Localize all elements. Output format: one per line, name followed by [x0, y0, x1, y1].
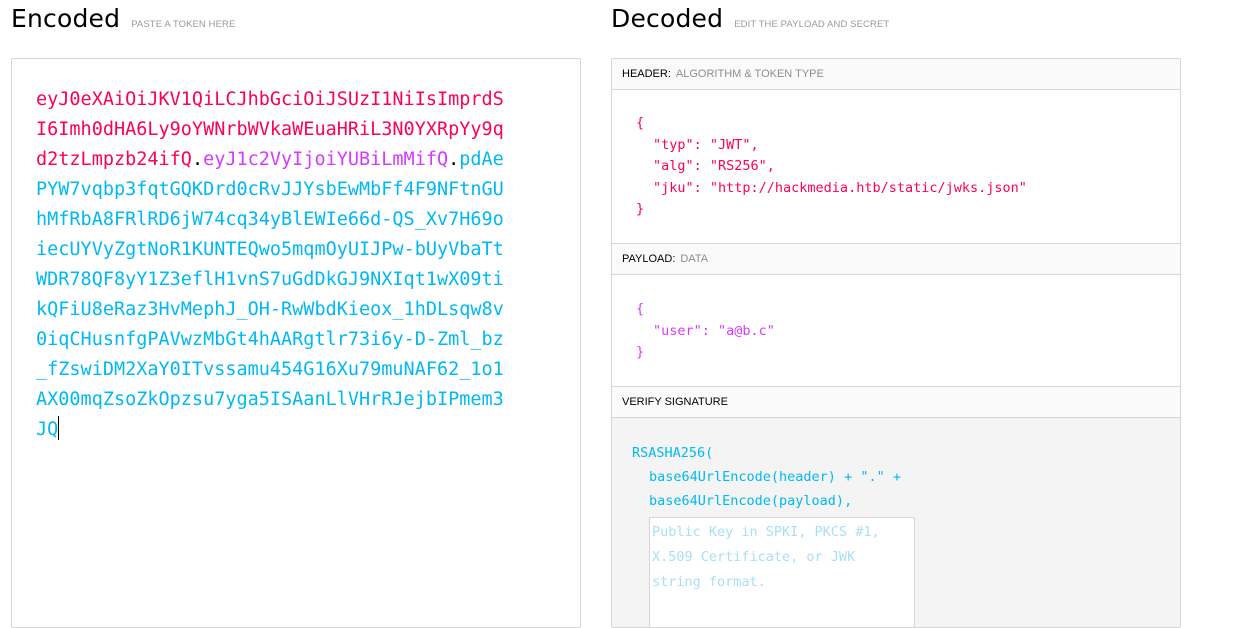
json-line: "jku": "http://hackmedia.htb/static/jwks… — [653, 179, 1027, 196]
verify-section-title: VERIFY SIGNATURE — [612, 387, 1180, 418]
text-caret — [58, 416, 60, 440]
encoded-subtitle: PASTE A TOKEN HERE — [131, 19, 236, 30]
encoded-token-editor[interactable]: eyJ0eXAiOiJKV1QiLCJhbGciOiJSUzI1NiIsImpr… — [11, 58, 581, 628]
json-open-brace: { — [636, 115, 645, 131]
json-line: "user": "a@b.c" — [653, 322, 775, 339]
verify-signature-body: RSASHA256( base64UrlEncode(header) + "."… — [612, 418, 1180, 627]
encoded-token-text[interactable]: eyJ0eXAiOiJKV1QiLCJhbGciOiJSUzI1NiIsImpr… — [36, 85, 511, 445]
decoded-heading: Decoded EDIT THE PAYLOAD AND SECRET — [611, 4, 889, 33]
public-key-input[interactable] — [649, 517, 915, 627]
header-section-label: HEADER: — [622, 68, 671, 80]
token-signature-part: pdAePYW7vqbp3fqtGQKDrd0cRvJJYsbEwMbFf4F9… — [36, 149, 504, 440]
payload-section-hint: DATA — [680, 253, 709, 265]
token-payload-part: eyJ1c2VyIjoiYUBiLmMifQ — [203, 149, 449, 170]
json-line: "typ": "JWT", — [653, 136, 759, 153]
payload-json-editor[interactable]: { "user": "a@b.c" } — [612, 275, 1180, 387]
token-dot: . — [448, 149, 460, 170]
decoded-title: Decoded — [611, 4, 724, 33]
json-close-brace: } — [636, 201, 645, 217]
verify-payload-expr: base64UrlEncode(payload), — [649, 493, 853, 509]
json-close-brace: } — [636, 344, 645, 360]
payload-section-title: PAYLOAD: DATA — [612, 244, 1180, 275]
token-dot: . — [191, 149, 204, 170]
encoded-title: Encoded — [11, 4, 121, 33]
verify-function-open: RSASHA256( — [632, 445, 714, 461]
header-json-editor[interactable]: { "typ": "JWT", "alg": "RS256", "jku": "… — [612, 90, 1180, 244]
verify-section-label: VERIFY SIGNATURE — [622, 396, 728, 408]
verify-header-expr: base64UrlEncode(header) + "." + — [649, 469, 901, 485]
decoded-panel: HEADER: ALGORITHM & TOKEN TYPE { "typ": … — [611, 58, 1181, 628]
payload-section-label: PAYLOAD: — [622, 253, 676, 265]
decoded-subtitle: EDIT THE PAYLOAD AND SECRET — [734, 19, 890, 30]
json-open-brace: { — [636, 301, 645, 317]
header-section-title: HEADER: ALGORITHM & TOKEN TYPE — [612, 59, 1180, 90]
encoded-heading: Encoded PASTE A TOKEN HERE — [11, 4, 235, 33]
json-line: "alg": "RS256", — [653, 158, 775, 174]
header-section-hint: ALGORITHM & TOKEN TYPE — [675, 68, 824, 80]
